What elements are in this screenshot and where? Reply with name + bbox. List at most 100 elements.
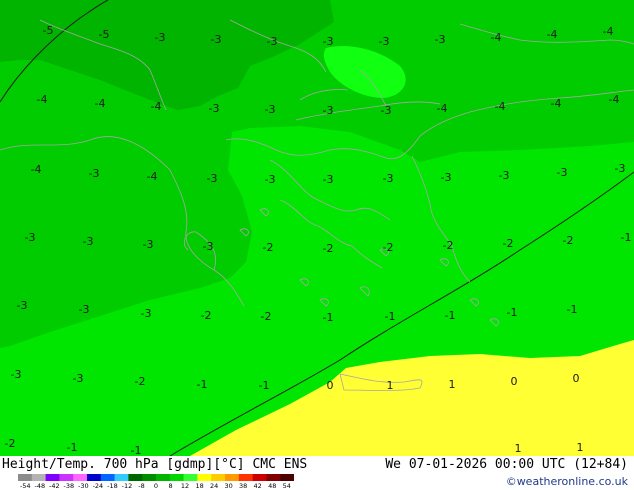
temp-value-label: -4 <box>147 170 158 183</box>
scale-tick-label: 24 <box>210 482 218 489</box>
scale-tick-label: -54 <box>20 482 31 489</box>
temp-value-label: -2 <box>5 437 16 450</box>
temp-value-label: -4 <box>37 93 48 106</box>
temp-value-label: 0 <box>511 375 518 388</box>
scale-swatch <box>128 474 143 481</box>
scale-swatch <box>225 474 240 481</box>
scale-swatch <box>87 474 102 481</box>
temp-value-label: -3 <box>615 162 626 175</box>
temp-value-label: -1 <box>385 310 396 323</box>
temp-value-label: -4 <box>437 102 448 115</box>
temp-value-label: -1 <box>445 309 456 322</box>
temp-value-label: -1 <box>567 303 578 316</box>
temp-value-label: -3 <box>79 303 90 316</box>
scale-swatch <box>18 474 33 481</box>
scale-tick-label: 12 <box>181 482 189 489</box>
map-title: Height/Temp. 700 hPa [gdmp][°C] CMC ENS <box>2 457 308 472</box>
temp-value-label: -4 <box>491 31 502 44</box>
scale-swatch <box>114 474 129 481</box>
temp-value-label: -3 <box>11 368 22 381</box>
temp-value-label: -2 <box>135 375 146 388</box>
temp-value-label: -3 <box>267 35 278 48</box>
temp-value-label: -3 <box>557 166 568 179</box>
temp-value-label: -3 <box>435 33 446 46</box>
temp-value-label: -3 <box>17 299 28 312</box>
temp-value-label: -3 <box>381 104 392 117</box>
scale-tick-label: -30 <box>78 482 89 489</box>
temp-value-label: -3 <box>155 31 166 44</box>
temp-value-label: -3 <box>143 238 154 251</box>
scale-tick-label: -8 <box>138 482 144 489</box>
temp-value-label: -5 <box>43 24 54 37</box>
temp-value-label: 1 <box>387 379 394 392</box>
temp-value-label: 1 <box>577 441 584 454</box>
temp-value-label: -4 <box>495 100 506 113</box>
map-footer: Height/Temp. 700 hPa [gdmp][°C] CMC ENS … <box>0 456 634 490</box>
valid-time: We 07-01-2026 00:00 UTC (12+84) <box>385 457 628 472</box>
scale-tick-label: -24 <box>93 482 104 489</box>
scale-tick-label: 30 <box>224 482 232 489</box>
scale-swatch <box>183 474 198 481</box>
scale-swatch <box>197 474 212 481</box>
map-canvas: -5 -5 -3 -3 -3 -3 -3 -3 -4 -4 -4 -4 -4 -4 -3 -3 -3 -3 -4 -4… <box>0 0 634 456</box>
temp-value-label: -1 <box>131 444 142 456</box>
temp-value-label: -1 <box>67 441 78 454</box>
temp-value-label: -1 <box>197 378 208 391</box>
temp-value-label: -3 <box>265 103 276 116</box>
temp-value-label: -4 <box>547 28 558 41</box>
scale-tick-label: 8 <box>168 482 172 489</box>
scale-swatch <box>59 474 74 481</box>
temp-value-label: -3 <box>323 35 334 48</box>
temp-value-label: -3 <box>211 33 222 46</box>
temp-value-label: -3 <box>203 240 214 253</box>
temp-value-label: -3 <box>323 104 334 117</box>
temp-value-label: -3 <box>207 172 218 185</box>
temp-value-label: -2 <box>443 239 454 252</box>
color-scale: -54 -48 -42 -38 -30 -24 -18 -12 -8 0 8 12 18 24 30 38 42… <box>18 474 294 489</box>
temp-value-label: -4 <box>551 97 562 110</box>
temp-value-label: -4 <box>609 93 620 106</box>
temp-value-label: -3 <box>441 171 452 184</box>
scale-tick-label: 54 <box>283 482 291 489</box>
temp-value-label: -2 <box>383 241 394 254</box>
scale-swatch <box>211 474 226 481</box>
scale-swatch <box>45 474 60 481</box>
scale-swatch <box>142 474 157 481</box>
credit-link[interactable]: ©weatheronline.co.uk <box>506 474 628 489</box>
temp-value-label: -4 <box>603 25 614 38</box>
scale-tick-label: -38 <box>64 482 75 489</box>
temp-value-label: 1 <box>515 442 522 455</box>
temp-value-label: -3 <box>25 231 36 244</box>
temp-value-label: -4 <box>151 100 162 113</box>
temp-value-label: -3 <box>73 372 84 385</box>
temp-value-label: -1 <box>621 231 632 244</box>
temp-value-label: 0 <box>573 372 580 385</box>
temp-value-label: -3 <box>383 172 394 185</box>
scale-tick-label: 0 <box>154 482 158 489</box>
scale-swatch <box>238 474 253 481</box>
temp-value-label: -3 <box>323 173 334 186</box>
scale-tick-label: -42 <box>49 482 60 489</box>
temp-value-label: -2 <box>323 242 334 255</box>
scale-tick-label: -18 <box>107 482 118 489</box>
temp-value-label: 0 <box>327 379 334 392</box>
temp-value-label: -5 <box>99 28 110 41</box>
scale-swatch <box>280 474 294 481</box>
temp-value-label: -2 <box>563 234 574 247</box>
scale-tick-label: 48 <box>268 482 276 489</box>
temp-value-label: -1 <box>259 379 270 392</box>
temp-value-label: -2 <box>201 309 212 322</box>
scale-swatch <box>266 474 281 481</box>
temp-value-label: -2 <box>263 241 274 254</box>
scale-tick-label: 42 <box>254 482 262 489</box>
temp-value-label: -3 <box>83 235 94 248</box>
temp-value-label: -3 <box>499 169 510 182</box>
scale-tick-label: 38 <box>239 482 247 489</box>
temp-value-label: -1 <box>507 306 518 319</box>
temp-value-label: -3 <box>379 35 390 48</box>
scale-swatch <box>100 474 115 481</box>
temp-value-label: -3 <box>209 102 220 115</box>
scale-swatch <box>156 474 171 481</box>
scale-swatch <box>252 474 267 481</box>
temp-value-label: 1 <box>449 378 456 391</box>
